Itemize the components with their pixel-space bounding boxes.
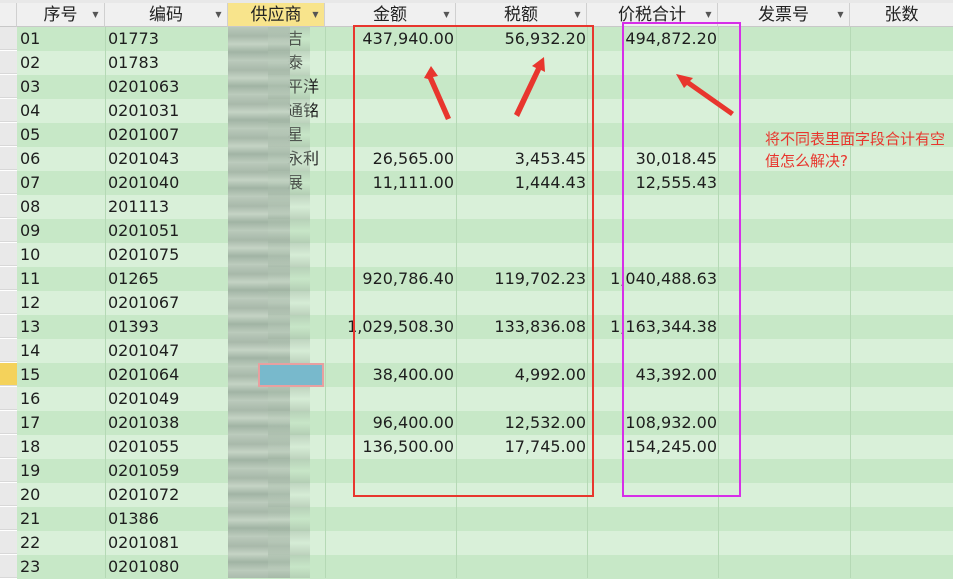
arrow-total-icon xyxy=(676,74,734,116)
arrow-tax-icon xyxy=(514,57,545,117)
annotation-note: 将不同表里面字段合计有空值怎么解决? xyxy=(765,130,946,170)
arrow-amount-icon xyxy=(424,66,451,120)
annotation-arrows xyxy=(424,57,734,120)
